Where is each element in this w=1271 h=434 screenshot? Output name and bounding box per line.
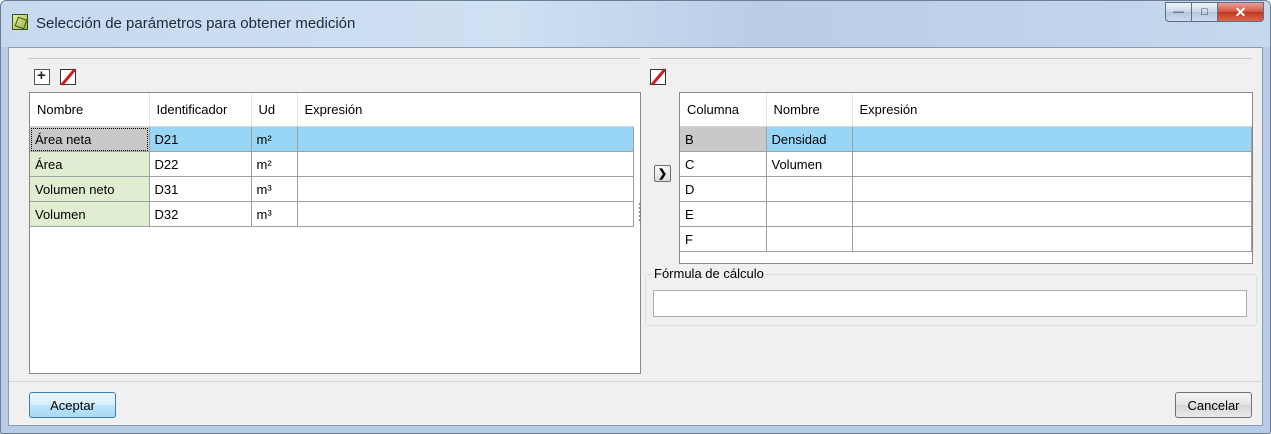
unit-cell[interactable]: m³: [251, 176, 298, 202]
column-letter-cell[interactable]: D: [680, 176, 767, 202]
name-cell[interactable]: [766, 201, 853, 227]
dialog-window: Selección de parámetros para obtener med…: [0, 0, 1271, 434]
name-cell[interactable]: Área: [30, 151, 150, 177]
expression-cell[interactable]: [852, 126, 1252, 152]
name-cell[interactable]: Densidad: [766, 126, 853, 152]
footer-divider: [9, 381, 1262, 382]
right-panel-divider: [649, 58, 1252, 59]
column-letter-cell[interactable]: F: [680, 226, 767, 252]
window-title: Selección de parámetros para obtener med…: [36, 15, 356, 32]
column-letter-cell[interactable]: E: [680, 201, 767, 227]
identifier-cell[interactable]: D32: [149, 201, 252, 227]
table-row[interactable]: C Volumen: [680, 151, 1252, 177]
transfer-button[interactable]: ❯: [654, 165, 671, 182]
eraser-icon[interactable]: [650, 69, 666, 85]
unit-cell[interactable]: m²: [251, 126, 298, 152]
table-row[interactable]: F: [680, 226, 1252, 252]
expression-cell[interactable]: [852, 201, 1252, 227]
expression-cell[interactable]: [297, 151, 634, 177]
table-row[interactable]: D: [680, 176, 1252, 202]
name-cell[interactable]: Área neta: [30, 126, 150, 152]
title-bar[interactable]: Selección de parámetros para obtener med…: [1, 1, 1270, 47]
name-cell[interactable]: Volumen neto: [30, 176, 150, 202]
add-row-icon[interactable]: [34, 67, 50, 85]
table-row[interactable]: Área neta D21 m²: [30, 126, 634, 152]
column-letter-cell[interactable]: B: [680, 126, 767, 152]
window-controls: — □ ✕: [1165, 2, 1264, 22]
name-cell[interactable]: [766, 176, 853, 202]
minimize-button[interactable]: —: [1165, 2, 1192, 22]
columns-table: Columna Nombre Expresión B Densidad C Vo…: [679, 92, 1253, 264]
table-row[interactable]: Volumen neto D31 m³: [30, 176, 634, 202]
column-header[interactable]: Ud: [251, 93, 298, 127]
chevron-right-icon: ❯: [657, 168, 668, 180]
cancel-button[interactable]: Cancelar: [1175, 392, 1252, 418]
expression-cell[interactable]: [297, 126, 634, 152]
column-header[interactable]: Columna: [680, 93, 767, 127]
panel-splitter[interactable]: [639, 203, 641, 223]
expression-cell[interactable]: [852, 151, 1252, 177]
table-row[interactable]: Área D22 m²: [30, 151, 634, 177]
identifier-cell[interactable]: D21: [149, 126, 252, 152]
left-panel-divider: [28, 58, 640, 59]
identifier-cell[interactable]: D31: [149, 176, 252, 202]
eraser-icon[interactable]: [60, 69, 76, 85]
maximize-button[interactable]: □: [1192, 2, 1218, 22]
column-header[interactable]: Expresión: [297, 93, 634, 127]
name-cell[interactable]: Volumen: [766, 151, 853, 177]
app-icon: [12, 14, 28, 30]
unit-cell[interactable]: m²: [251, 151, 298, 177]
parameters-table: Nombre Identificador Ud Expresión Área n…: [29, 92, 641, 374]
column-letter-cell[interactable]: C: [680, 151, 767, 177]
formula-input[interactable]: [653, 290, 1247, 317]
table-row[interactable]: Volumen D32 m³: [30, 201, 634, 227]
dialog-body: Nombre Identificador Ud Expresión Área n…: [8, 47, 1263, 426]
unit-cell[interactable]: m³: [251, 201, 298, 227]
column-header[interactable]: Identificador: [149, 93, 252, 127]
formula-label: Fórmula de cálculo: [652, 266, 766, 281]
expression-cell[interactable]: [297, 201, 634, 227]
column-header[interactable]: Expresión: [852, 93, 1252, 127]
table-header-row: Columna Nombre Expresión: [680, 93, 1252, 127]
expression-cell[interactable]: [852, 176, 1252, 202]
table-header-row: Nombre Identificador Ud Expresión: [30, 93, 634, 127]
column-header[interactable]: Nombre: [30, 93, 150, 127]
name-cell[interactable]: Volumen: [30, 201, 150, 227]
expression-cell[interactable]: [297, 176, 634, 202]
expression-cell[interactable]: [852, 226, 1252, 252]
accept-button[interactable]: Aceptar: [29, 392, 116, 418]
identifier-cell[interactable]: D22: [149, 151, 252, 177]
close-button[interactable]: ✕: [1218, 2, 1264, 22]
column-header[interactable]: Nombre: [766, 93, 853, 127]
table-row[interactable]: E: [680, 201, 1252, 227]
name-cell[interactable]: [766, 226, 853, 252]
table-row[interactable]: B Densidad: [680, 126, 1252, 152]
